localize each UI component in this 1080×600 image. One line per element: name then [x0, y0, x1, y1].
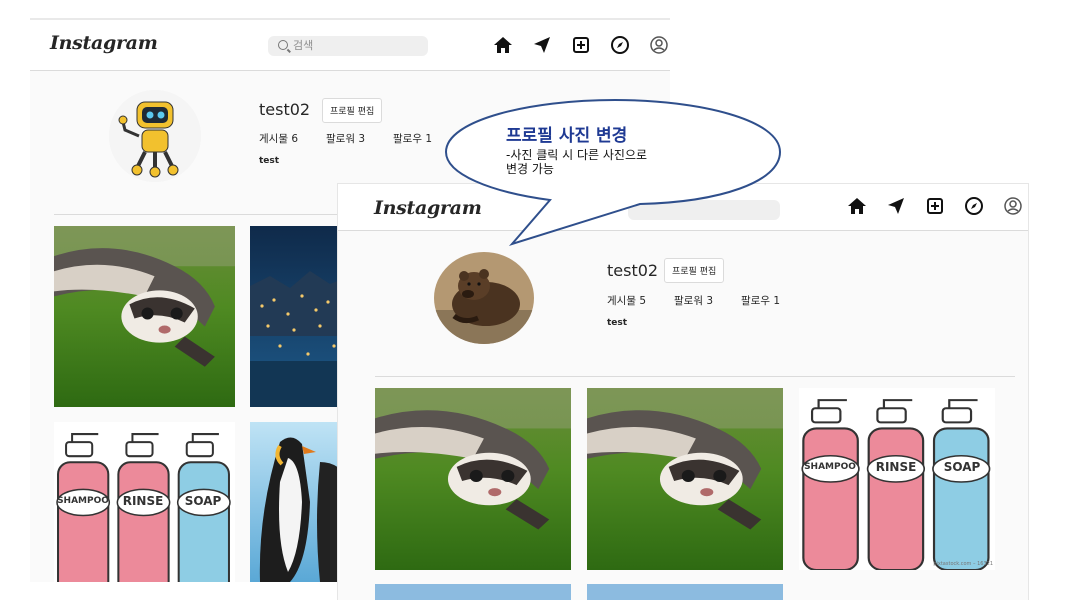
- post-partial[interactable]: [587, 584, 783, 600]
- post-bottles[interactable]: SHAMPOO RINSE SOAP: [54, 422, 235, 582]
- posts-count[interactable]: 게시물 6: [259, 131, 298, 146]
- shampoo-label: SHAMPOO: [804, 462, 856, 472]
- rinse-label: RINSE: [875, 460, 917, 474]
- callout-line-2: 변경 가능: [506, 162, 554, 176]
- post-partial[interactable]: [375, 584, 571, 600]
- callout-title: 프로필 사진 변경: [506, 126, 628, 146]
- paper-plane-icon[interactable]: [532, 35, 552, 55]
- home-icon[interactable]: [847, 196, 867, 216]
- profile-icon[interactable]: [649, 35, 669, 55]
- new-post-icon[interactable]: [571, 35, 591, 55]
- shampoo-label: SHAMPOO: [57, 496, 109, 506]
- bio-text: test: [259, 156, 280, 166]
- callout-text: 프로필 사진 변경 -사진 클릭 시 다른 사진으로 변경 가능: [506, 126, 766, 176]
- search-input[interactable]: 검색: [268, 36, 428, 56]
- soap-label: SOAP: [943, 460, 981, 474]
- profile-stats: 게시물 5 팔로워 3 팔로우 1: [607, 293, 780, 308]
- instagram-logo[interactable]: Instagram: [50, 32, 158, 54]
- nav-icons: [493, 35, 669, 55]
- followers-count[interactable]: 팔로워 3: [674, 293, 713, 308]
- front-profile-screenshot: Instagram test02 프로필 편집 게시물 5 팔로워 3 팔로우: [338, 184, 1028, 600]
- edit-profile-button[interactable]: 프로필 편집: [664, 258, 725, 283]
- post-ferret[interactable]: [587, 388, 783, 570]
- new-post-icon[interactable]: [925, 196, 945, 216]
- watermark: pixtastock.com – 16321: [933, 561, 993, 567]
- bear-avatar[interactable]: [434, 252, 534, 344]
- followers-count[interactable]: 팔로워 3: [326, 131, 365, 146]
- explore-icon[interactable]: [964, 196, 984, 216]
- home-icon[interactable]: [493, 35, 513, 55]
- post-penguin[interactable]: [250, 422, 350, 582]
- post-night-city[interactable]: [250, 226, 350, 407]
- following-count[interactable]: 팔로우 1: [741, 293, 780, 308]
- bio-text: test: [607, 318, 628, 328]
- posts-count[interactable]: 게시물 5: [607, 293, 646, 308]
- profile-divider: [375, 376, 1015, 377]
- following-count[interactable]: 팔로우 1: [393, 131, 432, 146]
- soap-label: SOAP: [184, 494, 222, 508]
- edit-profile-button[interactable]: 프로필 편집: [322, 98, 383, 123]
- post-bottles[interactable]: SHAMPOO RINSE SOAP pixtastock.com – 1632…: [799, 388, 995, 570]
- robot-avatar[interactable]: [109, 90, 201, 182]
- paper-plane-icon[interactable]: [886, 196, 906, 216]
- explore-icon[interactable]: [610, 35, 630, 55]
- rinse-label: RINSE: [122, 494, 164, 508]
- nav-icons: [847, 196, 1023, 216]
- callout-line-1: -사진 클릭 시 다른 사진으로: [506, 148, 648, 162]
- username: test02: [259, 100, 311, 119]
- profile-stats: 게시물 6 팔로워 3 팔로우 1: [259, 131, 432, 146]
- top-nav: Instagram 검색: [30, 20, 670, 71]
- search-icon: [278, 40, 288, 50]
- username: test02: [607, 261, 659, 280]
- post-ferret[interactable]: [54, 226, 235, 407]
- profile-icon[interactable]: [1003, 196, 1023, 216]
- post-ferret[interactable]: [375, 388, 571, 570]
